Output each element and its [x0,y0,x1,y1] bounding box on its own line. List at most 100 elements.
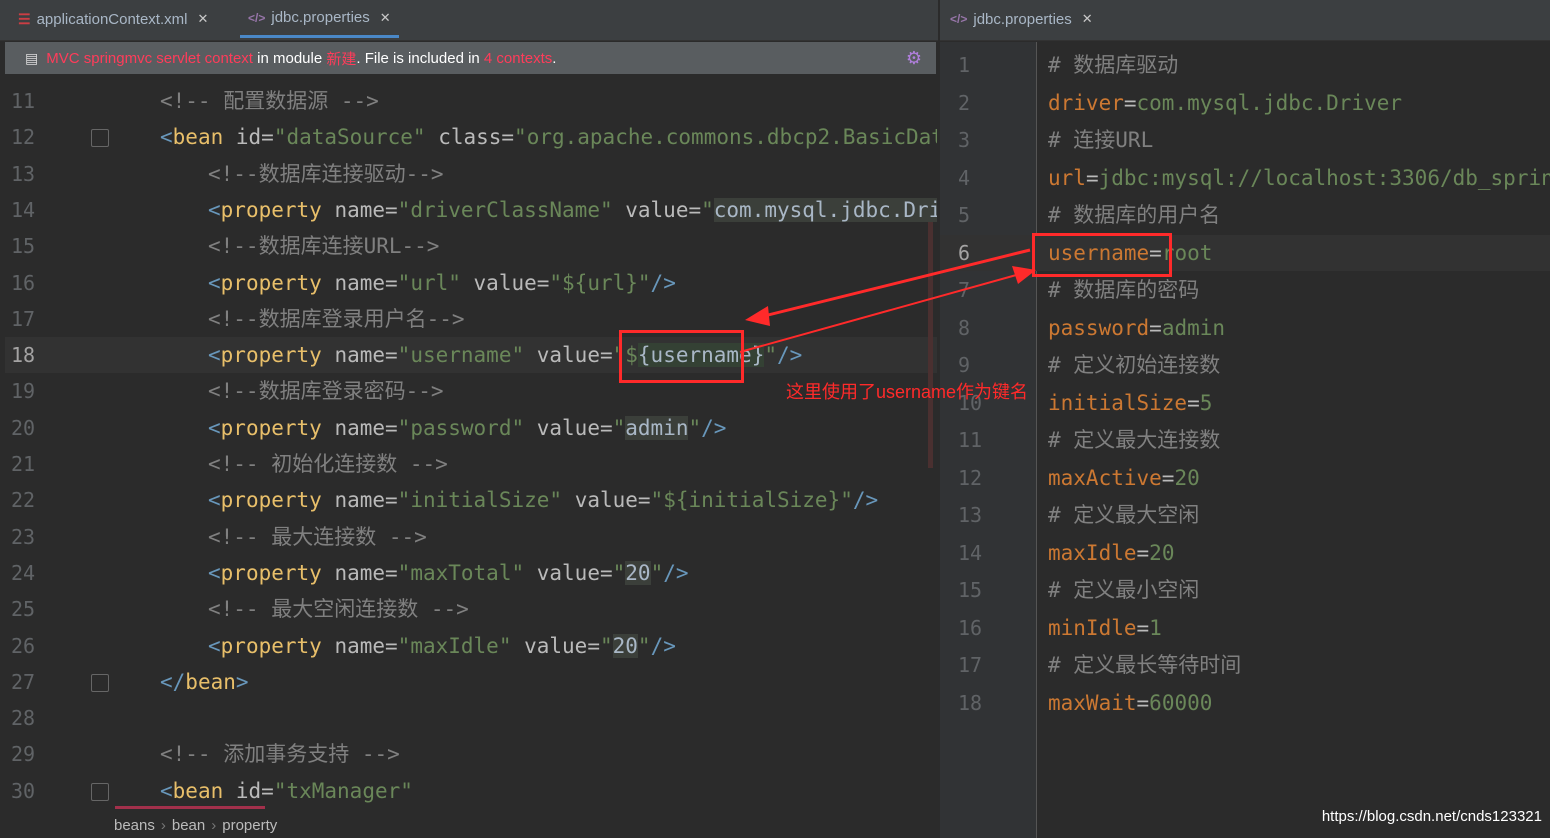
code-line[interactable]: 11 # 定义最大连接数 [940,422,1550,458]
code-text: <!-- 最大连接数 --> [208,519,427,555]
code-token: id= [235,778,274,803]
code-line[interactable]: 4 url=jdbc:mysql://localhost:3306/db_spri… [940,160,1550,196]
code-line[interactable]: 30 <bean id="txManager" [5,773,937,809]
line-number: 22 [11,488,36,513]
tab-applicationcontext-xml[interactable]: ☰ applicationContext.xml ✕ [10,0,216,38]
code-line[interactable]: 3 # 连接URL [940,122,1550,158]
fold-marker-icon[interactable] [91,782,109,801]
close-icon[interactable]: ✕ [197,11,208,27]
code-line[interactable]: 13 <!--数据库连接驱动--> [5,156,937,192]
code-token: "username" [397,343,537,368]
code-text: <bean id="txManager" [160,773,413,809]
code-line[interactable]: 17 # 定义最长等待时间 [940,647,1550,683]
code-line[interactable]: 14 maxIdle=20 [940,535,1550,571]
code-token: "${initialSize}" [650,488,853,513]
code-token: 20 [625,560,651,585]
tab-jdbc-properties-right[interactable]: </> jdbc.properties ✕ [942,0,1101,38]
code-line[interactable]: 26 <property name="maxIdle" value="20"/> [5,628,937,664]
code-token: property [220,197,335,222]
code-line[interactable]: 13 # 定义最大空闲 [940,497,1550,533]
code-line[interactable]: 11 <!-- 配置数据源 --> [5,83,937,119]
properties-file-icon: </> [950,12,968,26]
code-line[interactable]: 29 <!-- 添加事务支持 --> [5,736,937,772]
code-token: " [637,633,651,658]
code-line[interactable]: 7 # 数据库的密码 [940,272,1550,308]
tab-label: jdbc.properties [973,10,1072,28]
code-text: # 定义最小空闲 [1048,572,1199,608]
code-token: # 定义初始连接数 [1048,353,1221,377]
code-line[interactable]: 20 <property name="password" value="admin… [5,410,937,446]
code-token: name= [334,633,398,658]
code-text: url=jdbc:mysql://localhost:3306/db_sprin… [1048,160,1550,196]
banner-contexts-link[interactable]: 4 contexts [484,50,552,67]
code-line[interactable]: 16 <property name="url" value="${url}"/> [5,265,937,301]
code-text: <property name="initialSize" value="${in… [208,482,878,518]
breadcrumb-item[interactable]: bean [172,817,205,834]
banner-text: in module [252,49,327,67]
line-number: 6 [958,240,971,265]
code-line[interactable]: 16 minIdle=1 [940,610,1550,646]
line-number: 2 [958,90,971,115]
code-line[interactable]: 27 </bean> [5,664,937,700]
code-line[interactable]: 18 maxWait=60000 [940,685,1550,721]
banner-text: . [552,49,557,67]
code-text: maxWait=60000 [1048,685,1212,721]
line-number: 4 [958,165,971,190]
code-token: com.mysql.jdbc.Driver [1136,90,1403,115]
code-line[interactable]: 1 # 数据库驱动 [940,47,1550,83]
xml-editor[interactable]: 11 <!-- 配置数据源 --> 12 <bean id="dataSource" … [5,78,937,810]
code-token: <!-- 配置数据源 --> [160,89,379,113]
code-text: <bean id="dataSource" class="org.apache.… [160,119,937,155]
banner-context-link[interactable]: MVC springmvc servlet context [46,50,253,67]
code-line[interactable]: 12 maxActive=20 [940,460,1550,496]
tab-label: jdbc.properties [271,9,370,26]
code-line[interactable]: 2 driver=com.mysql.jdbc.Driver [940,85,1550,121]
code-line[interactable]: 12 <bean id="dataSource" class="org.apach… [5,119,937,155]
line-number: 30 [11,778,36,803]
annotation-box-left [619,330,744,383]
code-token: "dataSource" [273,125,439,150]
breadcrumb-item[interactable]: beans [114,817,155,834]
breadcrumb: beans › bean › property [0,812,938,838]
code-line[interactable]: 28 [5,700,937,736]
code-line[interactable]: 14 <property name="driverClassName" value… [5,192,937,228]
code-token: 20 [1149,540,1175,565]
code-line[interactable]: 9 # 定义初始连接数 [940,347,1550,383]
code-line[interactable]: 5 # 数据库的用户名 [940,197,1550,233]
code-token: <!--数据库登录用户名--> [208,306,465,331]
code-token: "driverClassName" [397,197,626,222]
code-token: # 数据库驱动 [1048,53,1179,77]
left-tab-bar: ☰ applicationContext.xml ✕ </> jdbc.prop… [0,0,938,41]
code-line[interactable]: 25 <!-- 最大空闲连接数 --> [5,591,937,627]
code-line[interactable]: 21 <!-- 初始化连接数 --> [5,446,937,482]
banner-module-link[interactable]: 新建 [326,48,356,69]
fold-marker-icon[interactable] [91,129,109,148]
code-token: <!-- 最大空闲连接数 --> [208,597,469,622]
code-line[interactable]: 17 <!--数据库登录用户名--> [5,301,937,337]
properties-editor[interactable]: 1 # 数据库驱动 2 driver=com.mysql.jdbc.Driver 3 # … [940,42,1550,838]
line-number: 20 [11,415,36,440]
code-line[interactable]: 15 # 定义最小空闲 [940,572,1550,608]
tab-jdbc-properties[interactable]: </> jdbc.properties ✕ [240,0,399,38]
fold-marker-icon[interactable] [91,673,109,692]
code-line[interactable]: 22 <property name="initialSize" value="${… [5,482,937,518]
breadcrumb-item[interactable]: property [222,817,277,834]
code-text: # 数据库驱动 [1048,47,1178,83]
close-icon[interactable]: ✕ [1082,11,1093,27]
code-line[interactable]: 10 initialSize=5 [940,385,1550,421]
code-line[interactable]: 18 <property name="username" value="${use… [5,337,937,374]
code-text: maxIdle=20 [1048,535,1174,571]
code-line[interactable]: 15 <!--数据库连接URL--> [5,228,937,264]
close-icon[interactable]: ✕ [380,10,391,26]
gear-icon[interactable]: ⚙ [906,48,922,69]
properties-file-icon: </> [248,10,266,25]
code-line[interactable]: 24 <property name="maxTotal" value="20"/> [5,555,937,591]
line-number: 18 [11,343,36,368]
code-token: # 数据库的密码 [1048,278,1200,302]
code-token: > [235,669,249,694]
code-line[interactable]: 23 <!-- 最大连接数 --> [5,519,937,555]
error-underline [115,806,265,809]
code-token: /> [777,343,803,368]
code-line[interactable]: 8 password=admin [940,310,1550,346]
code-token: 20 [1174,465,1200,490]
